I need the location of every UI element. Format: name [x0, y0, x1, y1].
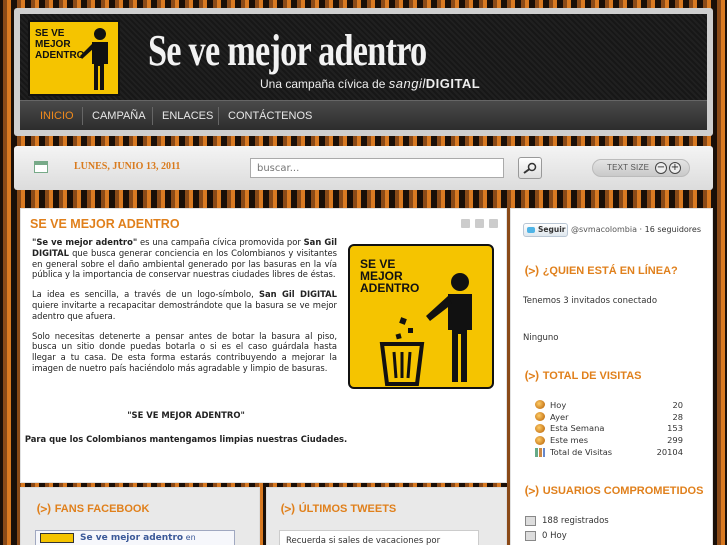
- main-article: SE VE MEJOR ADENTRO "Se ve mejor adentro…: [20, 208, 507, 483]
- nav-divider: [152, 107, 153, 125]
- visit-row: Ayer 28: [535, 411, 683, 423]
- fb-page-name[interactable]: Se ve mejor adentro: [80, 533, 183, 543]
- nav-inicio[interactable]: INICIO: [40, 101, 74, 131]
- nav-enlaces[interactable]: ENLACES: [162, 101, 213, 131]
- article-paragraph: La idea es sencilla, a través de un logo…: [32, 289, 337, 321]
- nav-contactenos[interactable]: CONTÁCTENOS: [228, 101, 312, 131]
- users-icon: [535, 412, 545, 422]
- nav-divider: [218, 107, 219, 125]
- online-title: (>) ¿QUIEN ESTÁ EN LÍNEA?: [523, 264, 678, 278]
- twitter-handle: @svmacolombia · 16 seguidores: [571, 225, 702, 234]
- twitter-follow-button[interactable]: Seguir: [523, 223, 568, 237]
- trash-person-icon: [80, 28, 108, 90]
- banner: SE VE MEJOR ADENTRO Se ve mejor adentro …: [20, 14, 707, 100]
- brand-sangil: sangil: [388, 76, 426, 91]
- text-size-control: TEXT SIZE − +: [592, 159, 690, 177]
- site-subtitle: Una campaña cívica de sangilDIGITAL: [260, 76, 481, 91]
- users-icon: [535, 423, 545, 433]
- site-logo[interactable]: SE VE MEJOR ADENTRO: [28, 20, 120, 96]
- visit-row: Este mes 299: [535, 434, 683, 446]
- article-paragraph: Solo necesitas detenerte a pensar antes …: [32, 330, 337, 373]
- pdf-icon[interactable]: [461, 219, 470, 228]
- visit-row: Esta Semana 153: [535, 423, 683, 435]
- tweets-module: (>) ÚLTIMOS TWEETS Recuerda si sales de …: [266, 487, 507, 545]
- text-size-increase-button[interactable]: +: [669, 162, 681, 174]
- users-title: (>) USUARIOS COMPROMETIDOS: [523, 484, 704, 498]
- online-guests: Tenemos 3 invitados conectado: [523, 296, 658, 306]
- bracket-arrow-icon: (>): [279, 502, 297, 516]
- nav-divider: [82, 107, 83, 125]
- bracket-arrow-icon: (>): [523, 484, 541, 498]
- campaign-logo-image: SE VE MEJOR ADENTRO: [348, 244, 494, 389]
- registered-users: 188 registrados: [525, 516, 609, 526]
- bar-chart-icon: [535, 447, 545, 457]
- article-body: "Se ve mejor adentro" es una campaña cív…: [32, 237, 337, 383]
- fan-page-thumbnail: [40, 533, 74, 543]
- visits-stats: Hoy 20 Ayer 28 Esta Semana 153 Este mes 299 …: [535, 399, 683, 458]
- fans-facebook-module: (>) FANS FACEBOOK Se ve mejor adentro en…: [20, 487, 260, 545]
- quote-title: "SE VE MEJOR ADENTRO": [127, 410, 245, 420]
- visit-row: Hoy 20: [535, 399, 683, 411]
- search-icon: [523, 162, 537, 174]
- bracket-arrow-icon: (>): [523, 369, 541, 383]
- users-icon: [535, 400, 545, 410]
- article-paragraph: "Se ve mejor adentro" es una campaña cív…: [32, 237, 337, 280]
- visit-row: Total de Visitas 20104: [535, 446, 683, 458]
- online-members: Ninguno: [523, 333, 559, 343]
- nav-campana[interactable]: CAMPAÑA: [92, 101, 146, 131]
- users-icon: [535, 435, 545, 445]
- search-input[interactable]: [250, 158, 504, 178]
- users-today: 0 Hoy: [525, 531, 567, 541]
- sidebar: Seguir @svmacolombia · 16 seguidores (>)…: [510, 208, 713, 545]
- toolbar: LUNES, JUNIO 13, 2011 TEXT SIZE − +: [14, 146, 713, 190]
- article-actions: [461, 219, 498, 228]
- current-date: LUNES, JUNIO 13, 2011: [74, 161, 181, 172]
- text-size-decrease-button[interactable]: −: [655, 162, 667, 174]
- trash-person-icon: [379, 273, 472, 386]
- bracket-arrow-icon: (>): [523, 264, 541, 278]
- quote-subtitle: Para que los Colombianos mantengamos lim…: [24, 434, 348, 444]
- article-title: SE VE MEJOR ADENTRO: [30, 217, 180, 231]
- fans-facebook-title: (>) FANS FACEBOOK: [35, 502, 150, 516]
- main-nav: INICIO CAMPAÑA ENLACES CONTÁCTENOS: [20, 100, 707, 130]
- site-title: Se ve mejor adentro: [148, 26, 427, 75]
- email-icon[interactable]: [489, 219, 498, 228]
- brand-digital: DIGITAL: [425, 76, 481, 91]
- user-icon: [525, 531, 536, 541]
- facebook-fan-box[interactable]: Se ve mejor adentro en Facebook: [35, 530, 235, 545]
- visits-title: (>) TOTAL DE VISITAS: [523, 369, 642, 383]
- twitter-handle-link[interactable]: @svmacolombia: [571, 225, 637, 234]
- bracket-arrow-icon: (>): [35, 502, 53, 516]
- tweet-item[interactable]: Recuerda si sales de vacaciones por: [279, 530, 479, 545]
- header: SE VE MEJOR ADENTRO Se ve mejor adentro …: [14, 8, 713, 136]
- search-button[interactable]: [518, 157, 542, 179]
- tweets-title: (>) ÚLTIMOS TWEETS: [279, 502, 397, 516]
- print-icon[interactable]: [475, 219, 484, 228]
- text-size-label: TEXT SIZE: [607, 163, 650, 172]
- registered-icon: [525, 516, 536, 526]
- calendar-icon: [34, 161, 48, 173]
